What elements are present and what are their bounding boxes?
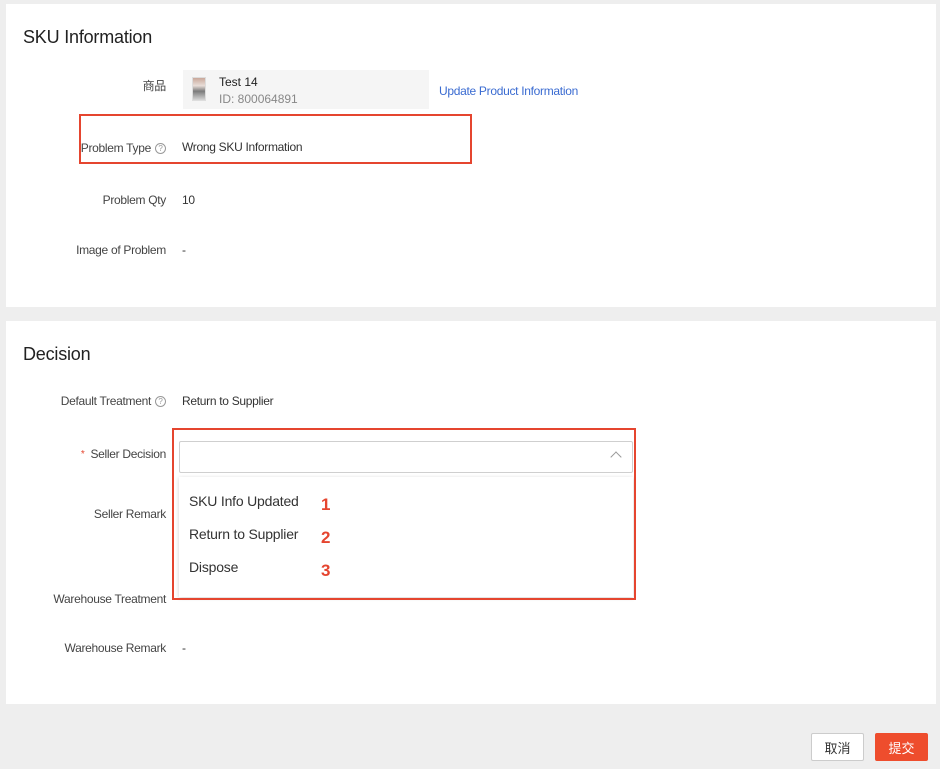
- problem-qty-value: 10: [182, 193, 195, 207]
- submit-button[interactable]: 提交: [875, 733, 928, 761]
- help-icon[interactable]: ?: [155, 142, 166, 154]
- problem-qty-label: Problem Qty: [102, 193, 167, 207]
- decision-section-title: Decision: [23, 344, 91, 364]
- image-of-problem-label: Image of Problem: [76, 243, 166, 257]
- default-treatment-value: Return to Supplier: [182, 394, 274, 408]
- seller-decision-highlight: [172, 428, 636, 600]
- footer-bar: [0, 704, 940, 769]
- warehouse-treatment-label: Warehouse Treatment: [53, 592, 166, 606]
- problem-type-highlight: [79, 114, 472, 164]
- image-of-problem-value: -: [182, 243, 186, 257]
- seller-decision-label-text: Seller Decision: [90, 447, 166, 461]
- problem-type-label-text: Problem Type: [80, 141, 152, 155]
- default-treatment-label: Default Treatment ?: [61, 394, 166, 408]
- cancel-button[interactable]: 取消: [811, 733, 864, 761]
- problem-type-label: Problem Type ?: [81, 141, 166, 155]
- update-product-information-link[interactable]: Update Product Information: [439, 84, 578, 98]
- seller-decision-label: * Seller Decision: [81, 447, 166, 461]
- seller-remark-label: Seller Remark: [93, 507, 166, 521]
- required-mark: *: [80, 448, 85, 460]
- page: SKU Information 商品 Test 14 ID: 800064891…: [0, 0, 940, 769]
- sku-section-title: SKU Information: [23, 27, 153, 47]
- help-icon[interactable]: ?: [155, 395, 166, 407]
- product-card: Test 14 ID: 800064891: [183, 70, 429, 109]
- problem-type-value: Wrong SKU Information: [182, 140, 303, 154]
- warehouse-remark-label: Warehouse Remark: [64, 641, 167, 655]
- warehouse-remark-value: -: [182, 641, 186, 655]
- product-name: Test 14: [219, 75, 258, 89]
- sku-information-card: SKU Information 商品 Test 14 ID: 800064891…: [6, 4, 936, 307]
- product-id: ID: 800064891: [219, 92, 298, 106]
- product-thumbnail: [192, 77, 206, 101]
- decision-card: Decision Default Treatment ? Return to S…: [6, 321, 936, 704]
- product-label: 商品: [142, 79, 167, 93]
- default-treatment-label-text: Default Treatment: [60, 394, 152, 408]
